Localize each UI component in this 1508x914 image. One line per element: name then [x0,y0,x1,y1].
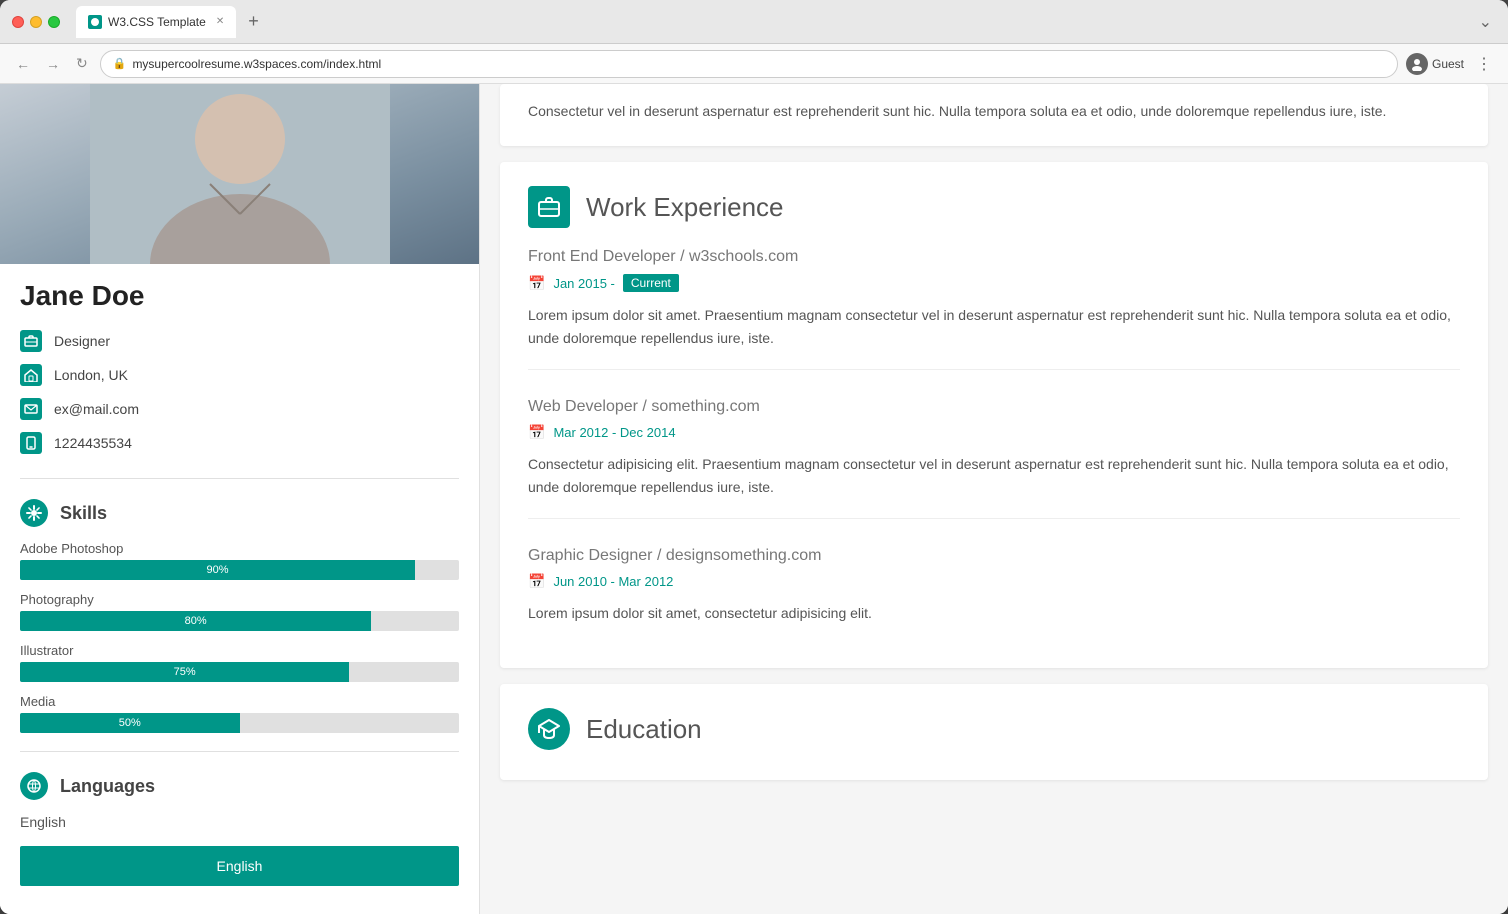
url-display: mysupercoolresume.w3spaces.com/index.htm… [132,57,381,71]
job-description-3: Lorem ipsum dolor sit amet, consectetur … [528,602,1460,624]
job-date-range-1: Jan 2015 - [553,276,614,291]
browser-toolbar: ← → ↻ 🔒 mysupercoolresume.w3spaces.com/i… [0,44,1508,84]
main-content: Consectetur vel in deserunt aspernatur e… [480,84,1508,914]
job-entry-1: Front End Developer / w3schools.com 📅 Ja… [528,248,1460,370]
job-entry-2: Web Developer / something.com 📅 Mar 2012… [528,398,1460,519]
email-text: ex@mail.com [54,401,139,417]
location-text: London, UK [54,367,128,383]
skill-name-illustrator: Illustrator [20,643,459,658]
browser-window: W3.CSS Template ✕ + ⌄ ← → ↻ 🔒 mysupercoo… [0,0,1508,914]
job-dates-3: 📅 Jun 2010 - Mar 2012 [528,573,1460,590]
skill-name-media: Media [20,694,459,709]
home-icon [20,364,42,386]
sidebar-divider-1 [20,478,459,479]
work-icon [528,186,570,228]
intro-text: Consectetur vel in deserunt aspernatur e… [528,100,1460,122]
sidebar: Jane Doe Designer London, UK [0,84,480,914]
job-dates-1: 📅 Jan 2015 - Current [528,274,1460,292]
traffic-lights [12,16,60,28]
languages-icon [20,772,48,800]
calendar-icon-3: 📅 [528,573,545,590]
skill-bar-bg-media: 50% [20,713,459,733]
new-tab-button[interactable]: + [240,11,267,32]
calendar-icon-2: 📅 [528,424,545,441]
maximize-traffic-light[interactable] [48,16,60,28]
photo-placeholder [0,84,479,264]
skill-bar-fill-adobe: 90% [20,560,415,580]
tab-favicon [88,15,102,29]
languages-heading: Languages [0,762,479,810]
skills-icon [20,499,48,527]
back-button[interactable]: ← [12,52,34,76]
job-description-1: Lorem ipsum dolor sit amet. Praesentium … [528,304,1460,349]
sidebar-info: Designer London, UK ex@mail.com [0,316,479,468]
page-content: Jane Doe Designer London, UK [0,84,1508,914]
title-item: Designer [20,324,459,358]
profile-photo [0,84,479,264]
skills-title: Skills [60,503,107,524]
skill-bar-fill-illustrator: 75% [20,662,349,682]
job-dates-2: 📅 Mar 2012 - Dec 2014 [528,424,1460,441]
job-title-3: Graphic Designer / designsomething.com [528,547,1460,565]
close-traffic-light[interactable] [12,16,24,28]
calendar-icon-1: 📅 [528,275,545,292]
work-section-heading: Work Experience [528,186,1460,228]
minimize-traffic-light[interactable] [30,16,42,28]
active-tab[interactable]: W3.CSS Template ✕ [76,6,236,38]
browser-chevron-button[interactable]: ⌄ [1475,12,1496,32]
skill-name-adobe: Adobe Photoshop [20,541,459,556]
phone-text: 1224435534 [54,435,132,451]
briefcase-icon [20,330,42,352]
skill-name-photography: Photography [20,592,459,607]
address-bar[interactable]: 🔒 mysupercoolresume.w3spaces.com/index.h… [100,50,1398,78]
reload-button[interactable]: ↻ [72,51,92,76]
skill-bar-bg-illustrator: 75% [20,662,459,682]
work-experience-card: Work Experience Front End Developer / w3… [500,162,1488,668]
education-section-title: Education [586,714,702,745]
current-badge-1: Current [623,274,679,292]
lock-icon: 🔒 [113,57,127,70]
email-icon [20,398,42,420]
skill-media: Media 50% [0,690,479,741]
job-description-2: Consectetur adipisicing elit. Praesentiu… [528,453,1460,498]
email-item: ex@mail.com [20,392,459,426]
guest-button[interactable]: Guest [1406,53,1464,75]
skill-bar-fill-media: 50% [20,713,240,733]
language-english-button[interactable]: English [20,846,459,886]
guest-label: Guest [1432,57,1464,71]
forward-button[interactable]: → [42,52,64,76]
skill-bar-bg-photography: 80% [20,611,459,631]
intro-card: Consectetur vel in deserunt aspernatur e… [500,84,1488,146]
job-date-range-3: Jun 2010 - Mar 2012 [553,574,673,589]
browser-menu-button[interactable]: ⋮ [1472,54,1496,74]
location-item: London, UK [20,358,459,392]
person-name: Jane Doe [0,264,479,316]
skill-bar-fill-photography: 80% [20,611,371,631]
job-title-1: Front End Developer / w3schools.com [528,248,1460,266]
tab-title: W3.CSS Template [108,15,206,29]
job-date-range-2: Mar 2012 - Dec 2014 [553,425,675,440]
skill-illustrator: Illustrator 75% [0,639,479,690]
skills-heading: Skills [0,489,479,537]
skill-photography: Photography 80% [0,588,479,639]
skill-bar-bg-adobe: 90% [20,560,459,580]
job-title-2: Web Developer / something.com [528,398,1460,416]
skill-adobe: Adobe Photoshop 90% [0,537,479,588]
languages-title: Languages [60,776,155,797]
work-section-title: Work Experience [586,192,784,223]
education-card: Education [500,684,1488,780]
language-english: English [0,810,479,838]
avatar [1406,53,1428,75]
sidebar-divider-2 [20,751,459,752]
education-icon [528,708,570,750]
job-entry-3: Graphic Designer / designsomething.com 📅… [528,547,1460,644]
tab-bar: W3.CSS Template ✕ + [76,6,267,38]
tab-close-button[interactable]: ✕ [216,16,224,27]
phone-icon [20,432,42,454]
phone-item: 1224435534 [20,426,459,460]
education-section-heading: Education [528,708,1460,750]
browser-titlebar: W3.CSS Template ✕ + ⌄ [0,0,1508,44]
job-title: Designer [54,333,110,349]
